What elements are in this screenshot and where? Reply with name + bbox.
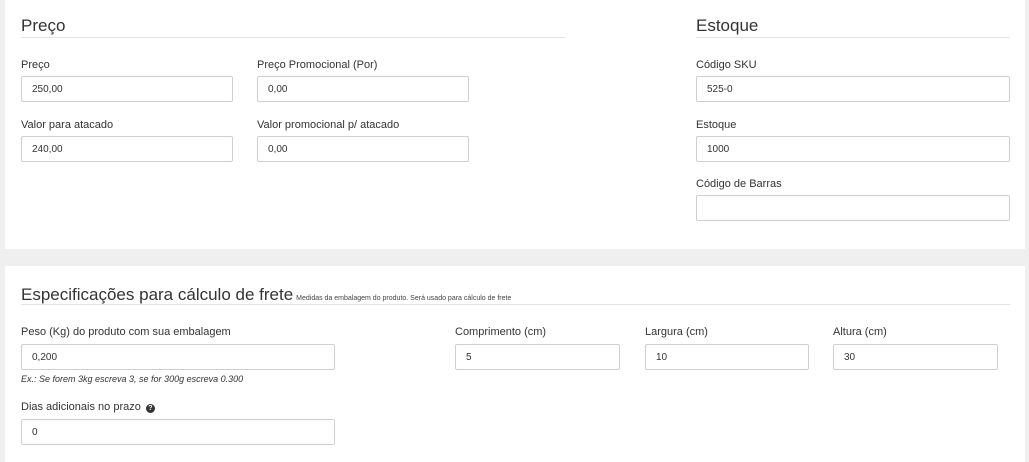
price-stock-panel: Preço Preço Preço Promocional (Por) Valo… [5,0,1025,249]
wholesale-price-input[interactable] [21,136,233,162]
shipping-section-title: Especificações para cálculo de frete Medi… [21,285,511,309]
sku-label: Código SKU [696,59,757,71]
barcode-input[interactable] [696,195,1010,221]
length-label: Comprimento (cm) [455,326,547,338]
barcode-label: Código de Barras [696,178,782,190]
stock-section-title: Estoque [696,16,759,35]
wholesale-promo-label: Valor promocional p/ atacado [257,119,400,131]
stock-divider [696,37,1010,38]
extra-days-label-row: Dias adicionais no prazo? [21,400,155,414]
promo-price-input[interactable] [257,76,469,102]
weight-hint: Ex.: Se forem 3kg escreva 3, se for 300g… [21,374,244,384]
width-input[interactable] [645,344,809,370]
weight-label: Peso (Kg) do produto com sua embalagem [21,326,231,338]
price-divider [21,37,565,38]
extra-days-input[interactable] [21,419,335,445]
price-label: Preço [21,59,50,71]
shipping-title-note: Medidas da embalagem do produto. Será us… [296,295,512,302]
length-input[interactable] [455,344,620,370]
weight-input[interactable] [21,344,335,370]
question-circle-icon[interactable]: ? [145,404,155,413]
wholesale-promo-input[interactable] [257,136,469,162]
shipping-panel: Especificações para cálculo de frete Medi… [5,266,1025,462]
height-label: Altura (cm) [833,326,887,338]
shipping-divider [21,304,1010,305]
stock-input[interactable] [696,136,1010,162]
price-input[interactable] [21,76,233,102]
stock-label: Estoque [696,119,737,131]
sku-input[interactable] [696,76,1010,102]
height-input[interactable] [833,344,998,370]
extra-days-label: Dias adicionais no prazo [21,401,141,413]
promo-price-label: Preço Promocional (Por) [257,59,378,71]
width-label: Largura (cm) [645,326,708,338]
price-section-title: Preço [21,16,66,35]
shipping-title-text: Especificações para cálculo de frete [21,285,294,304]
wholesale-price-label: Valor para atacado [21,119,114,131]
